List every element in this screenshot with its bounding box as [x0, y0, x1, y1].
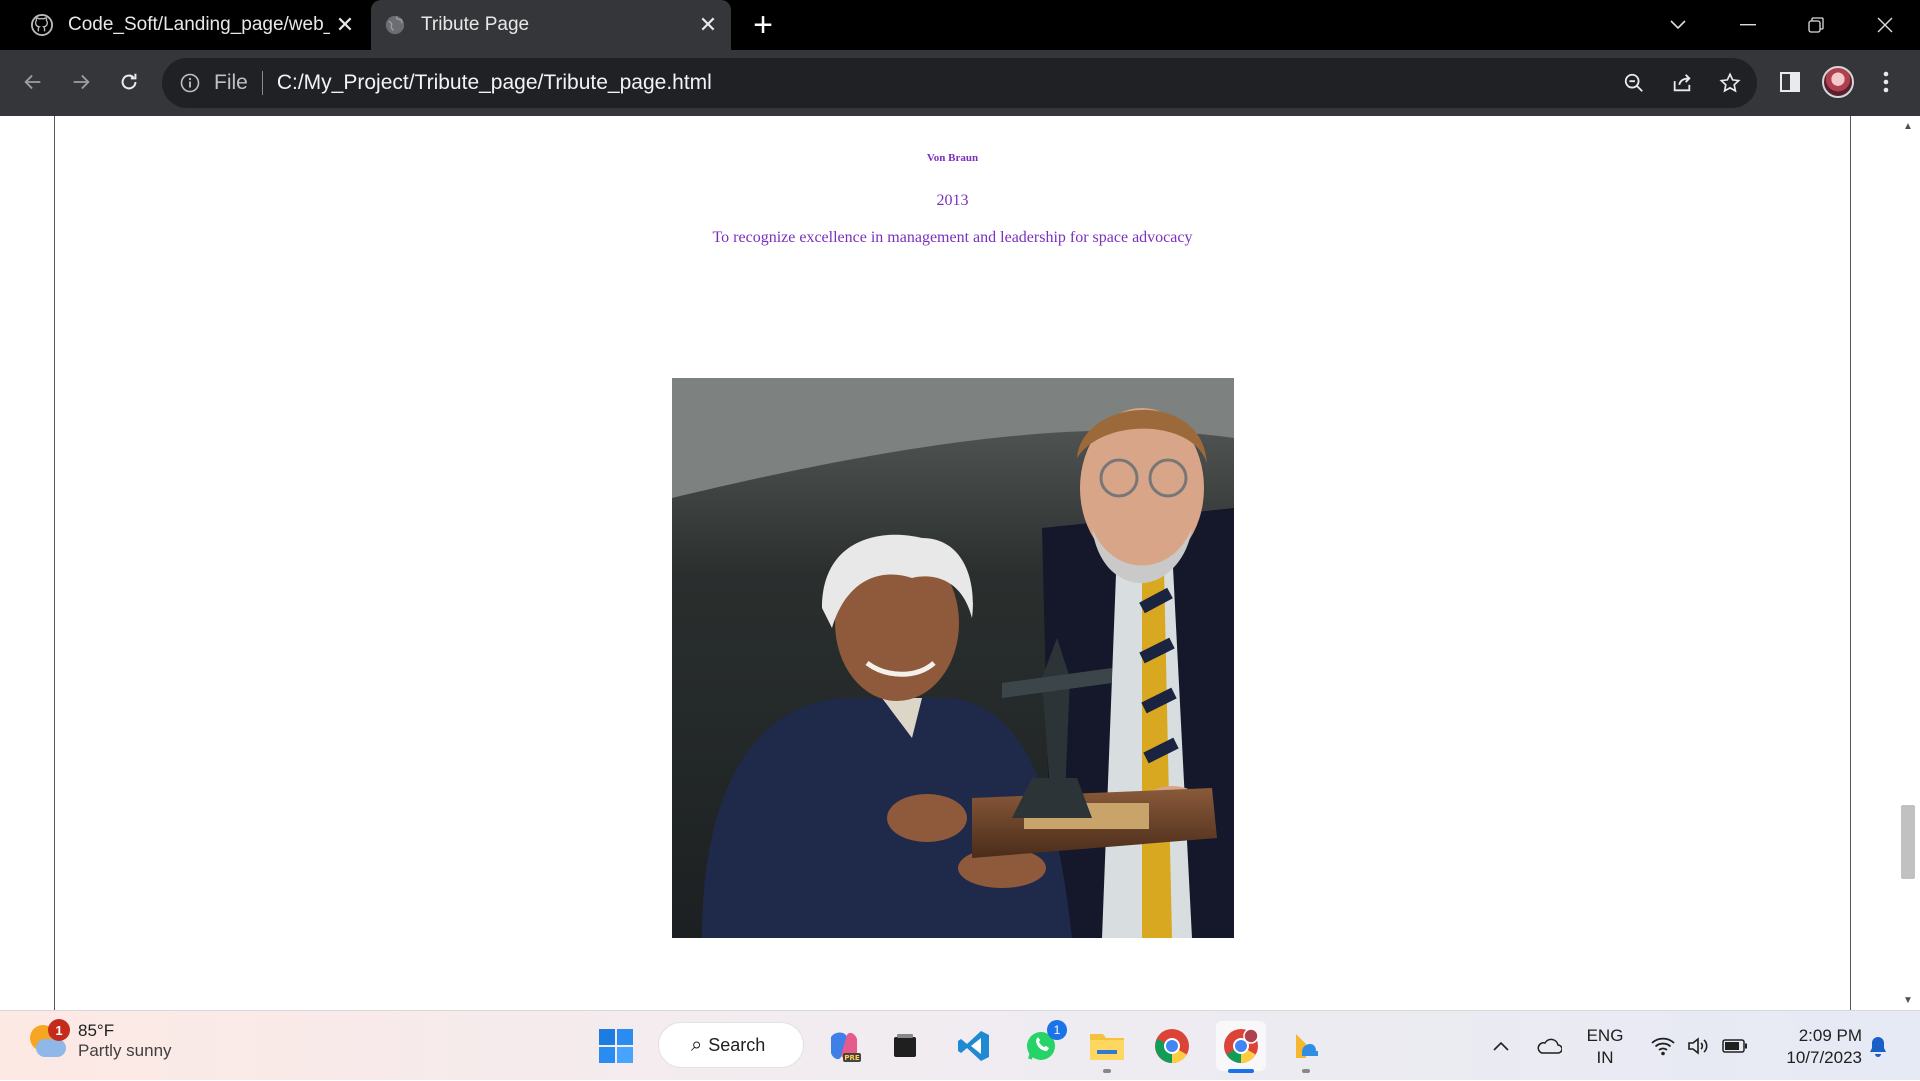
award-photo: [672, 378, 1234, 938]
omnibox-divider: [261, 71, 263, 95]
reload-icon[interactable]: [109, 62, 149, 102]
clock-date: 10/7/2023: [1786, 1048, 1862, 1067]
tab-tribute-page[interactable]: Tribute Page ✕: [371, 0, 731, 50]
weather-temperature: 85°F: [78, 1021, 115, 1040]
close-tab-icon[interactable]: ✕: [330, 10, 360, 40]
partly-sunny-icon: 1: [26, 1019, 70, 1063]
vscode-icon[interactable]: [952, 1024, 996, 1068]
notification-bell-icon[interactable]: [1864, 1011, 1892, 1081]
photos-icon[interactable]: [1284, 1024, 1328, 1068]
battery-icon[interactable]: [1720, 1011, 1750, 1081]
clock-time: 2:09 PM: [1798, 1026, 1862, 1045]
forward-arrow-icon[interactable]: [61, 62, 101, 102]
tab-title: Tribute Page: [421, 14, 530, 35]
volume-icon[interactable]: [1684, 1011, 1714, 1081]
onedrive-cloud-icon[interactable]: [1532, 1011, 1566, 1081]
scheme-label: File: [214, 71, 248, 94]
whatsapp-badge: 1: [1047, 1020, 1067, 1040]
zoom-icon[interactable]: [1618, 67, 1650, 99]
more-menu-icon[interactable]: [1866, 62, 1906, 102]
weather-badge: 1: [48, 1019, 70, 1041]
chrome-icon[interactable]: [1150, 1024, 1194, 1068]
weather-widget[interactable]: 1 85°F Partly sunny: [26, 1019, 172, 1063]
tab-title: Code_Soft/Landing_page/web_: [68, 14, 330, 35]
svg-text:PRE: PRE: [844, 1054, 860, 1062]
language-code: ENG: [1586, 1026, 1624, 1045]
side-panel-icon[interactable]: [1770, 62, 1810, 102]
chrome-active-indicator: [1228, 1069, 1254, 1073]
globe-icon: [383, 13, 407, 37]
taskbar-clock[interactable]: 2:09 PM 10/7/2023: [1762, 1025, 1862, 1069]
search-label: Search: [708, 1034, 766, 1055]
browser-toolbar: File C:/My_Project/Tribute_page/Tribute_…: [0, 50, 1920, 116]
show-hidden-icons-chevron-icon[interactable]: [1488, 1011, 1514, 1081]
share-icon[interactable]: [1666, 67, 1698, 99]
avatar-image: [1822, 66, 1854, 98]
scroll-down-arrow-icon[interactable]: ▼: [1896, 990, 1920, 1010]
input-language-indicator[interactable]: ENG IN: [1580, 1025, 1630, 1069]
back-arrow-icon[interactable]: [13, 62, 53, 102]
url-text[interactable]: C:/My_Project/Tribute_page/Tribute_page.…: [277, 71, 712, 95]
task-view-icon[interactable]: [883, 1024, 927, 1068]
scroll-up-arrow-icon[interactable]: ▲: [1896, 116, 1920, 136]
scrollbar-thumb[interactable]: [1901, 805, 1915, 879]
windows-taskbar: 1 85°F Partly sunny ⌕ Search PRE 1 ENG I…: [0, 1010, 1920, 1080]
page-viewport[interactable]: Von Braun 2013 To recognize excellence i…: [0, 116, 1920, 1010]
language-region: IN: [1596, 1048, 1614, 1067]
close-tab-icon[interactable]: ✕: [693, 10, 723, 40]
close-window-icon[interactable]: [1855, 0, 1915, 50]
vertical-scrollbar[interactable]: ▲ ▼: [1896, 116, 1920, 1010]
weather-condition: Partly sunny: [78, 1041, 172, 1060]
explorer-running-indicator: [1103, 1069, 1111, 1073]
award-year: 2013: [936, 192, 969, 209]
tab-landing-page[interactable]: Code_Soft/Landing_page/web_ ✕: [18, 0, 368, 50]
minimize-icon[interactable]: [1718, 0, 1778, 50]
whatsapp-icon[interactable]: 1: [1019, 1020, 1067, 1068]
new-tab-button[interactable]: +: [745, 8, 781, 44]
taskbar-search-box[interactable]: ⌕ Search: [658, 1022, 804, 1068]
github-icon: [30, 13, 54, 37]
award-name: Von Braun: [926, 152, 979, 164]
wifi-icon[interactable]: [1648, 1011, 1678, 1081]
site-info-icon[interactable]: [176, 69, 204, 97]
tab-search-chevron-icon[interactable]: [1648, 0, 1708, 50]
bookmark-star-icon[interactable]: [1714, 67, 1746, 99]
award-description: To recognize excellence in management an…: [712, 229, 1193, 246]
windows-start-icon[interactable]: [594, 1024, 638, 1068]
restore-icon[interactable]: [1786, 0, 1846, 50]
file-explorer-icon[interactable]: [1085, 1024, 1129, 1068]
chrome-profile-icon[interactable]: [1216, 1021, 1266, 1071]
tab-strip: Code_Soft/Landing_page/web_ ✕ Tribute Pa…: [0, 0, 1920, 50]
search-icon: ⌕: [691, 1033, 703, 1056]
address-bar[interactable]: File C:/My_Project/Tribute_page/Tribute_…: [162, 58, 1757, 108]
profile-avatar[interactable]: [1818, 62, 1858, 102]
photos-running-indicator: [1302, 1069, 1310, 1073]
copilot-icon[interactable]: PRE: [822, 1024, 866, 1068]
